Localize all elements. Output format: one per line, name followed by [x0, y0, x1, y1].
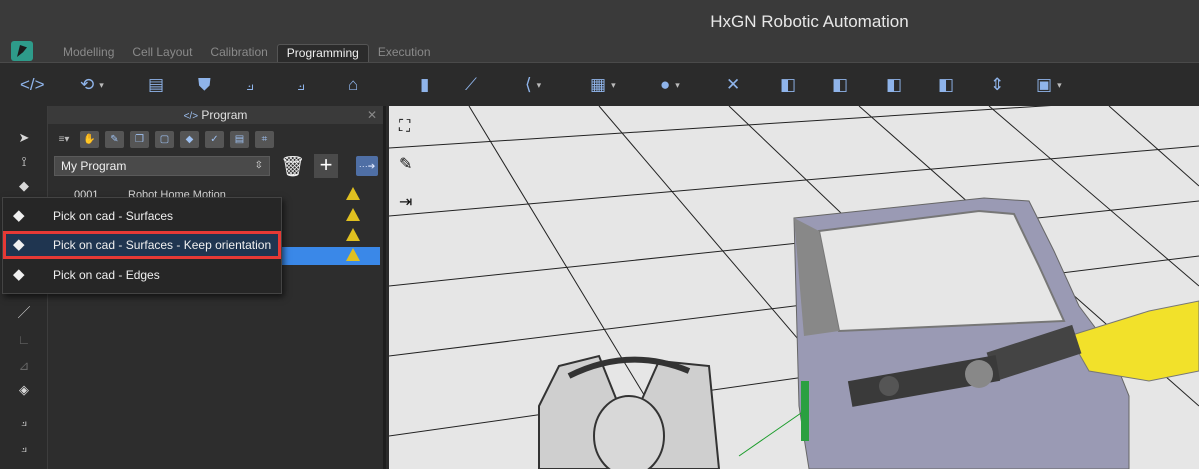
path-icon[interactable]: ⟟: [14, 154, 34, 172]
robot-arm-icon[interactable]: ⟓: [246, 73, 254, 97]
menu-item-pick-surfaces[interactable]: ◆ Pick on cad - Surfaces: [3, 202, 281, 230]
fit-view-icon[interactable]: ⛶: [399, 118, 410, 136]
touch-icon[interactable]: ✋: [80, 130, 99, 148]
code-small-icon: </>: [183, 111, 199, 122]
tool-direction-line: [738, 410, 805, 457]
paste-icon[interactable]: ▢: [155, 130, 174, 148]
tool-frame: [801, 381, 809, 441]
chevron-down-icon[interactable]: ▾: [675, 80, 680, 91]
target-play-icon[interactable]: ◧: [780, 73, 796, 97]
app-title: HxGN Robotic Automation: [710, 12, 909, 31]
target-lock-icon[interactable]: ◧: [938, 73, 954, 97]
chevron-down-icon[interactable]: ▾: [99, 80, 104, 91]
list-icon[interactable]: ▤: [148, 73, 164, 97]
tool-probe-icon[interactable]: ▮: [420, 73, 429, 97]
tab-cell-layout[interactable]: Cell Layout: [123, 44, 201, 62]
menu-item-label: Pick on cad - Surfaces - Keep orientatio…: [53, 238, 272, 252]
main-toolbar: </> ⟲ ▾ ▤ ⛊ ⟓ ⟓ ⌂ ▮ ⟋ ⟨ ▾ ▦ ▾ ● ▾ ✕ ◧ ◧ ◧ ◧ …: [0, 62, 1199, 106]
arm-path-icon[interactable]: ⟋: [465, 73, 477, 97]
warning-icon: [346, 187, 360, 200]
warning-icon: [346, 228, 360, 241]
chevron-down-icon[interactable]: ▾: [611, 80, 616, 91]
fixture: [538, 354, 721, 469]
run-button[interactable]: ···➔: [356, 156, 378, 176]
title-bar: HxGN Robotic Automation Modelling Cell L…: [0, 0, 1199, 62]
menu-item-pick-surfaces-keep-orientation[interactable]: ◆ Pick on cad - Surfaces - Keep orientat…: [3, 231, 281, 259]
camera-icon[interactable]: ● ▾: [660, 73, 680, 97]
wrench-icon[interactable]: ✎: [105, 130, 124, 148]
scene-graphic: [389, 106, 1199, 469]
measure-icon[interactable]: ／: [14, 302, 34, 320]
target-add-icon[interactable]: ◧: [832, 73, 848, 97]
collision-icon[interactable]: ✕: [726, 73, 740, 97]
copy-icon[interactable]: ❐: [130, 130, 149, 148]
warning-icon: [346, 248, 360, 261]
panel-title: Program: [201, 108, 248, 122]
panel-header: </> Program ✕: [48, 106, 383, 124]
robot-arm-2-icon[interactable]: ⟓: [297, 73, 305, 97]
document-icon[interactable]: ▤: [230, 130, 249, 148]
robot-lock-icon[interactable]: ⟓: [14, 414, 34, 432]
chevron-updown-icon: ⇳: [254, 160, 263, 171]
sensor-icon[interactable]: ⇕: [990, 73, 1004, 97]
arm-segment-icon[interactable]: ⟨ ▾: [525, 73, 541, 97]
code-icon[interactable]: </>: [20, 73, 45, 97]
menu-item-pick-edges[interactable]: ◆ Pick on cad - Edges: [3, 261, 281, 289]
chevron-down-icon[interactable]: ▾: [537, 80, 542, 91]
angle-icon[interactable]: ∟: [14, 332, 34, 350]
pointer-icon[interactable]: ➤: [14, 130, 34, 148]
menu-item-label: Pick on cad - Surfaces: [53, 209, 174, 223]
chevron-down-icon[interactable]: ▾: [1057, 80, 1062, 91]
app-logo-icon[interactable]: [11, 41, 33, 61]
window-icon[interactable]: ▦ ▾: [590, 73, 616, 97]
3d-viewport[interactable]: ⛶ ✎ ⇥: [389, 106, 1199, 469]
angle-2-icon[interactable]: ⊿: [14, 358, 34, 376]
robot-home-icon[interactable]: ⌂: [348, 73, 358, 97]
add-button[interactable]: +: [314, 154, 338, 178]
pick-on-cad-menu: ◆ Pick on cad - Surfaces ◆ Pick on cad -…: [2, 197, 282, 294]
tab-calibration[interactable]: Calibration: [201, 44, 276, 62]
tab-programming[interactable]: Programming: [276, 44, 369, 62]
pick-surface-icon: ◆: [13, 207, 25, 224]
close-icon[interactable]: ✕: [367, 106, 377, 124]
screen-icon[interactable]: ▣ ▾: [1036, 73, 1062, 97]
program-select[interactable]: My Program ⇳: [54, 156, 270, 176]
menu-icon[interactable]: ≡▾: [54, 131, 74, 148]
collapse-icon[interactable]: ⇥: [399, 192, 412, 212]
pick-surface-orient-icon: ◆: [13, 236, 25, 253]
menu-item-label: Pick on cad - Edges: [53, 268, 160, 282]
tab-execution[interactable]: Execution: [369, 44, 440, 62]
shield-icon[interactable]: ⛊: [198, 73, 211, 97]
ribbon-tabs: Modelling Cell Layout Calibration Progra…: [54, 44, 440, 62]
crop-icon[interactable]: ⌗: [255, 130, 274, 148]
pick-tool-icon[interactable]: ✎: [399, 154, 412, 174]
robot-plus-icon[interactable]: ⟓: [14, 440, 34, 458]
panel-toolbar: ≡▾ ✋ ✎ ❐ ▢ ◆ ✓ ▤ ⌗: [54, 130, 274, 148]
check-icon[interactable]: ✓: [205, 130, 224, 148]
delete-button[interactable]: 🗑: [280, 154, 305, 180]
rotate-icon[interactable]: ⟲ ▾: [80, 73, 104, 97]
pick-edge-icon: ◆: [13, 266, 25, 283]
pick-cad-icon[interactable]: ◆: [14, 178, 34, 196]
warning-icon: [346, 208, 360, 221]
program-name: My Program: [61, 159, 127, 173]
tab-modelling[interactable]: Modelling: [54, 44, 123, 62]
target-rotate-icon[interactable]: ◧: [886, 73, 902, 97]
cube-icon[interactable]: ◈: [14, 382, 34, 400]
cube-small-icon[interactable]: ◆: [180, 130, 199, 148]
